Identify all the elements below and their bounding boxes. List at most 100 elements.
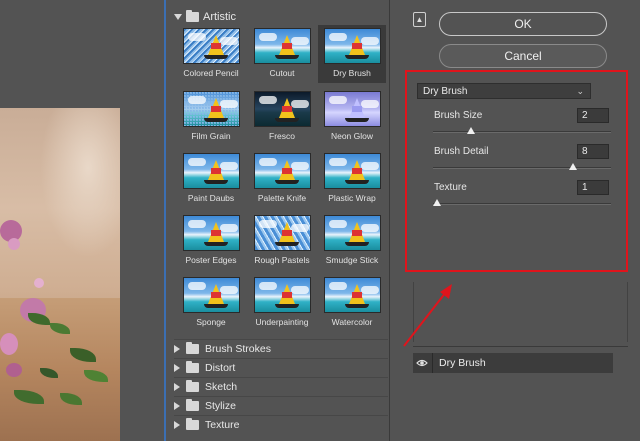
boat-hull [204,118,228,122]
expand-triangle-icon [174,14,182,20]
annotation-arrow-icon [403,284,452,347]
filter-preview-image [324,215,381,251]
texture-slider[interactable] [433,199,611,206]
filter-label: Cutout [269,68,295,78]
brush-detail-input[interactable]: 8 [577,144,609,159]
boat-hull [204,55,228,59]
filter-preview-image [183,153,240,189]
cloud [329,33,347,41]
boat-hull [204,242,228,246]
filter-label: Sponge [196,317,226,327]
ok-button[interactable]: OK [439,12,607,36]
filter-thumb-plastic-wrap[interactable]: Plastic Wrap [318,150,386,208]
filter-label: Colored Pencil [183,68,239,78]
cloud [188,282,206,290]
category-stylize[interactable]: Stylize [174,396,388,414]
slider-thumb[interactable] [433,199,441,206]
sail-stripe [352,292,362,298]
filter-preview-image [324,28,381,64]
filter-label: Neon Glow [330,131,374,141]
filter-preview-image [254,215,311,251]
texture-input[interactable]: 1 [577,180,609,195]
sail-stripe [352,168,362,174]
sail-stripe [282,292,292,298]
filter-thumb-sponge[interactable]: Sponge [177,274,245,332]
sail-stripe [211,292,221,298]
filter-thumb-poster-edges[interactable]: Poster Edges [177,212,245,270]
category-texture[interactable]: Texture [174,415,388,433]
filter-thumb-colored-pencil[interactable]: Colored Pencil [177,25,245,83]
boat-hull [204,180,228,184]
brush-detail-slider[interactable] [433,163,611,170]
cloud [329,158,347,166]
filter-thumb-cutout[interactable]: Cutout [248,25,316,83]
filter-label: Palette Knife [257,193,307,203]
filter-label: Poster Edges [185,255,237,265]
filter-preview-image [324,91,381,127]
settings-panel: ▲ OK Cancel Dry Brush ⌄ Brush Size 2 Brush… [391,0,640,441]
slider-thumb[interactable] [467,127,475,134]
filter-thumb-paint-daubs[interactable]: Paint Daubs [177,150,245,208]
filter-thumb-smudge-stick[interactable]: Smudge Stick [318,212,386,270]
filter-preview-image [183,91,240,127]
cloud [259,220,277,228]
folder-icon [186,379,199,392]
filter-thumb-fresco[interactable]: Fresco [248,88,316,146]
collapse-gallery-button[interactable]: ▲ [413,12,426,27]
filter-thumb-watercolor[interactable]: Watercolor [318,274,386,332]
param-label: Texture [434,182,467,193]
brush-size-slider[interactable] [433,127,611,134]
filter-label: Fresco [269,131,295,141]
boat-hull [275,118,299,122]
cloud [259,33,277,41]
filter-preview-image [183,28,240,64]
folder-icon [186,10,199,22]
filter-label: Paint Daubs [187,193,235,203]
category-artistic[interactable]: Artistic [174,9,236,25]
filter-thumb-dry-brush[interactable]: Dry Brush [318,25,386,83]
collapsed-triangle-icon [174,382,180,391]
filter-thumb-palette-knife[interactable]: Palette Knife [248,150,316,208]
category-label: Sketch [205,380,238,393]
filter-thumb-neon-glow[interactable]: Neon Glow [318,88,386,146]
filter-label: Underpainting [255,317,309,327]
sail-stripe [211,106,221,112]
category-brush-strokes[interactable]: Brush Strokes [174,339,388,357]
cloud [188,96,206,104]
cancel-button[interactable]: Cancel [439,44,607,68]
sail-stripe [282,106,292,112]
filter-preview-image [324,153,381,189]
filter-dropdown[interactable]: Dry Brush ⌄ [417,83,591,99]
filter-preview-image [254,153,311,189]
filter-thumb-rough-pastels[interactable]: Rough Pastels [248,212,316,270]
eye-icon[interactable] [416,357,428,369]
cloud [259,282,277,290]
layer-divider [432,353,433,373]
filter-preview-image [254,277,311,313]
category-distort[interactable]: Distort [174,358,388,376]
sail-stripe [352,43,362,49]
category-label: Artistic [203,11,236,23]
filter-thumb-underpainting[interactable]: Underpainting [248,274,316,332]
cloud [188,33,206,41]
filter-preview-image [254,28,311,64]
filter-preview-image [183,215,240,251]
effect-layer-row[interactable]: Dry Brush [413,353,613,373]
sail-stripe [352,230,362,236]
brush-size-input[interactable]: 2 [577,108,609,123]
boat-hull [345,180,369,184]
filter-thumb-film-grain[interactable]: Film Grain [177,88,245,146]
preview-frame [0,0,166,441]
category-sketch[interactable]: Sketch [174,377,388,395]
boat-hull [275,180,299,184]
boat-hull [204,304,228,308]
boat-hull [275,242,299,246]
boat-hull [345,304,369,308]
effect-layer-name: Dry Brush [439,357,486,369]
filter-dropdown-value: Dry Brush [423,85,468,97]
slider-thumb[interactable] [569,163,577,170]
cloud [329,96,347,104]
category-label: Distort [205,361,236,374]
image-preview[interactable] [0,0,166,441]
cloud [259,158,277,166]
